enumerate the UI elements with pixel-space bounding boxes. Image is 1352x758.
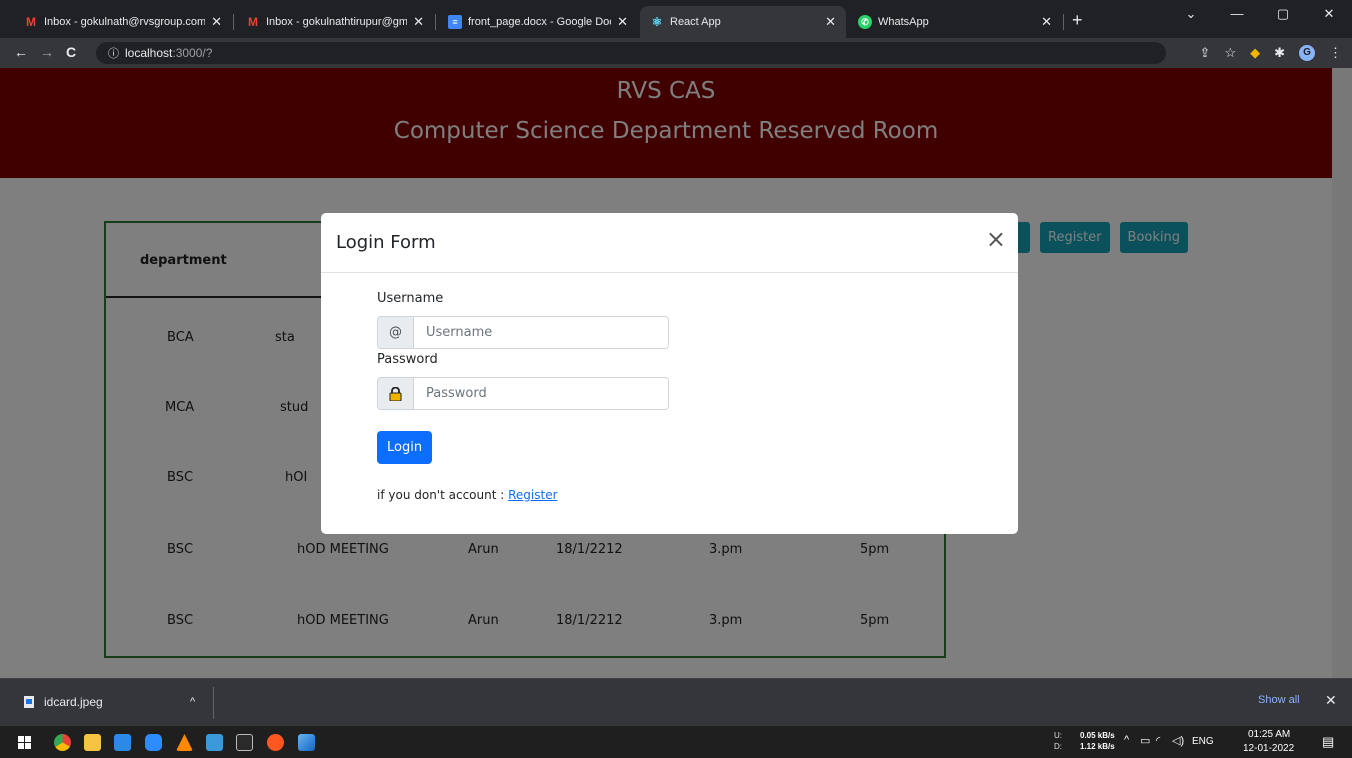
minimize-icon[interactable]: — bbox=[1214, 0, 1260, 32]
clock-time[interactable]: 01:25 AM bbox=[1248, 729, 1290, 740]
username-label: Username bbox=[377, 291, 444, 306]
page-viewport: RVS CAS Computer Science Department Rese… bbox=[0, 68, 1352, 678]
battery-icon[interactable]: ▭ bbox=[1140, 734, 1150, 747]
tab-whatsapp[interactable]: ✆ WhatsApp ✕ bbox=[848, 6, 1062, 38]
tab-separator bbox=[435, 14, 436, 30]
window-controls: ⌄ — ▢ ✕ bbox=[1168, 0, 1352, 32]
modal-header: Login Form × bbox=[321, 213, 1018, 273]
download-shelf: idcard.jpeg ^ Show all ✕ bbox=[0, 678, 1352, 726]
toolbar-actions: ⇪ ☆ ◆ ✱ G ⋮ bbox=[1200, 45, 1342, 61]
tab-separator bbox=[1063, 14, 1064, 30]
notification-icon[interactable]: ▤ bbox=[1322, 734, 1334, 750]
zoom-icon[interactable] bbox=[145, 734, 162, 751]
back-icon[interactable]: ← bbox=[14, 44, 28, 60]
address-path: :3000/? bbox=[172, 46, 213, 60]
tab-title: WhatsApp bbox=[878, 16, 929, 28]
gmail-icon: M bbox=[26, 15, 36, 29]
close-icon[interactable]: × bbox=[986, 227, 1006, 251]
close-tab-icon[interactable]: ✕ bbox=[1041, 14, 1052, 30]
tab-google-docs[interactable]: ≡ front_page.docx - Google Docs ✕ bbox=[438, 6, 638, 38]
address-bar[interactable]: ⓘ localhost:3000/? bbox=[96, 42, 1166, 64]
username-input[interactable] bbox=[414, 317, 668, 348]
maximize-icon[interactable]: ▢ bbox=[1260, 0, 1306, 32]
windows-taskbar: U: D: 0.05 kB/s 1.12 kB/s ^ ▭ ◜ ◁) ENG 0… bbox=[0, 726, 1352, 758]
tab-title: front_page.docx - Google Docs bbox=[468, 16, 612, 28]
photos-icon[interactable] bbox=[298, 734, 315, 751]
tab-title: Inbox - gokulnath@rvsgroup.com bbox=[44, 16, 206, 28]
volume-icon[interactable]: ◁) bbox=[1172, 734, 1184, 747]
at-sign-icon: @ bbox=[378, 317, 414, 348]
download-speed: 1.12 kB/s bbox=[1080, 742, 1115, 751]
username-input-group: @ bbox=[377, 316, 669, 349]
login-button[interactable]: Login bbox=[377, 431, 433, 464]
tab-gmail-rvsgroup[interactable]: M Inbox - gokulnath@rvsgroup.com ✕ bbox=[14, 6, 232, 38]
upload-label: U: bbox=[1054, 731, 1062, 740]
password-label: Password bbox=[377, 352, 438, 367]
password-input-group bbox=[377, 377, 669, 410]
postman-icon[interactable] bbox=[267, 734, 284, 751]
tab-title: React App bbox=[670, 16, 721, 28]
gmail-icon: M bbox=[248, 15, 258, 29]
tab-separator bbox=[233, 14, 234, 30]
forward-icon[interactable]: → bbox=[40, 44, 54, 60]
share-icon[interactable]: ⇪ bbox=[1200, 45, 1211, 61]
image-file-icon bbox=[24, 696, 34, 708]
upload-speed: 0.05 kB/s bbox=[1080, 731, 1115, 740]
close-tab-icon[interactable]: ✕ bbox=[825, 14, 836, 30]
system-tray: U: D: 0.05 kB/s 1.12 kB/s ^ ▭ ◜ ◁) ENG 0… bbox=[1052, 726, 1352, 758]
password-input[interactable] bbox=[414, 378, 668, 409]
download-label: D: bbox=[1054, 742, 1062, 751]
bookmark-star-icon[interactable]: ☆ bbox=[1224, 45, 1236, 61]
extensions-puzzle-icon[interactable]: ✱ bbox=[1274, 45, 1285, 61]
lock-icon bbox=[378, 378, 414, 409]
file-explorer-icon[interactable] bbox=[84, 734, 101, 751]
register-prompt: if you don't account : Register bbox=[377, 488, 558, 502]
modal-title: Login Form bbox=[336, 232, 436, 253]
chevron-up-icon[interactable]: ^ bbox=[190, 696, 195, 708]
download-separator bbox=[213, 687, 214, 719]
clock-date[interactable]: 12-01-2022 bbox=[1243, 743, 1294, 754]
close-window-icon[interactable]: ✕ bbox=[1306, 0, 1352, 32]
close-tab-icon[interactable]: ✕ bbox=[413, 14, 424, 30]
close-tab-icon[interactable]: ✕ bbox=[617, 14, 628, 30]
browser-tab-strip: M Inbox - gokulnath@rvsgroup.com ✕ M Inb… bbox=[0, 0, 1352, 38]
profile-avatar[interactable]: G bbox=[1299, 45, 1315, 61]
google-docs-icon: ≡ bbox=[448, 15, 462, 29]
browser-toolbar: ← → C ⓘ localhost:3000/? ⇪ ☆ ◆ ✱ G ⋮ bbox=[0, 38, 1352, 68]
tab-react-app[interactable]: ⚛ React App ✕ bbox=[640, 6, 846, 38]
address-host: localhost bbox=[125, 46, 173, 60]
vscode-icon[interactable] bbox=[114, 734, 131, 751]
react-icon: ⚛ bbox=[651, 15, 663, 29]
terminal-icon[interactable] bbox=[236, 734, 253, 751]
show-all-downloads-button[interactable]: Show all bbox=[1258, 694, 1300, 706]
windows-start-icon[interactable] bbox=[18, 736, 31, 749]
extension-color-icon[interactable]: ◆ bbox=[1250, 45, 1260, 61]
tab-gmail-personal[interactable]: M Inbox - gokulnathtirupur@gmail. ✕ bbox=[236, 6, 434, 38]
chevron-up-icon[interactable]: ^ bbox=[1124, 734, 1129, 746]
menu-kebab-icon[interactable]: ⋮ bbox=[1329, 45, 1342, 61]
control-panel-icon[interactable] bbox=[206, 734, 223, 751]
tab-title: Inbox - gokulnathtirupur@gmail. bbox=[266, 16, 408, 28]
download-item[interactable]: idcard.jpeg bbox=[24, 695, 103, 709]
register-link[interactable]: Register bbox=[508, 488, 557, 502]
site-info-icon[interactable]: ⓘ bbox=[108, 48, 119, 60]
register-prompt-text: if you don't account : bbox=[377, 488, 509, 502]
reload-icon[interactable]: C bbox=[66, 44, 76, 60]
tab-search-icon[interactable]: ⌄ bbox=[1168, 0, 1214, 32]
chrome-icon[interactable] bbox=[54, 734, 71, 751]
login-modal: Login Form × Username @ Password Login i… bbox=[321, 213, 1018, 534]
new-tab-button[interactable]: + bbox=[1072, 10, 1083, 31]
close-tab-icon[interactable]: ✕ bbox=[211, 14, 222, 30]
wifi-icon[interactable]: ◜ bbox=[1156, 734, 1160, 747]
download-filename: idcard.jpeg bbox=[44, 695, 103, 709]
vlc-icon[interactable] bbox=[176, 734, 193, 751]
close-download-shelf-icon[interactable]: ✕ bbox=[1325, 692, 1337, 709]
whatsapp-icon: ✆ bbox=[858, 15, 872, 29]
language-indicator[interactable]: ENG bbox=[1192, 736, 1214, 747]
